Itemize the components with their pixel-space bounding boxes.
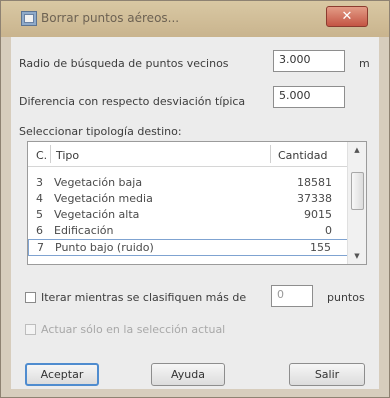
column-header-tipo[interactable]: Tipo [56, 149, 79, 162]
scrollbar-thumb[interactable] [351, 172, 364, 210]
table-row[interactable]: 5 Vegetación alta 9015 [28, 208, 348, 223]
dialog-window: Borrar puntos aéreos... ✕ Radio de búsqu… [0, 0, 390, 398]
row-tipo: Vegetación baja [54, 176, 143, 189]
list-scrollbar[interactable]: ▲ ▼ [347, 142, 366, 264]
accept-button[interactable]: Aceptar [25, 363, 99, 386]
row-cantidad: 155 [310, 241, 331, 254]
table-row[interactable]: 6 Edificación 0 [28, 224, 348, 239]
exit-button[interactable]: Salir [289, 363, 365, 386]
table-row[interactable]: 3 Vegetación baja 18581 [28, 176, 348, 191]
row-code: 4 [36, 192, 43, 205]
row-tipo: Vegetación alta [54, 208, 140, 221]
iterate-suffix-label: puntos [327, 291, 365, 304]
row-tipo: Punto bajo (ruido) [55, 241, 154, 254]
stddev-input[interactable]: 5.000 [273, 86, 345, 108]
stddev-label: Diferencia con respecto desviación típic… [19, 95, 246, 108]
column-header-cantidad[interactable]: Cantidad [278, 149, 327, 162]
typology-label: Seleccionar tipología destino: [19, 125, 182, 138]
radius-input[interactable]: 3.000 [273, 50, 345, 72]
row-code: 3 [36, 176, 43, 189]
row-code: 5 [36, 208, 43, 221]
column-header-code[interactable]: C. [36, 149, 47, 162]
row-cantidad: 18581 [297, 176, 332, 189]
scroll-down-arrow-icon[interactable]: ▼ [348, 248, 366, 264]
window-title: Borrar puntos aéreos... [41, 11, 180, 25]
row-code: 7 [37, 241, 44, 254]
row-tipo: Edificación [54, 224, 114, 237]
row-tipo: Vegetación media [54, 192, 153, 205]
scroll-up-arrow-icon[interactable]: ▲ [348, 142, 366, 158]
close-button[interactable]: ✕ [326, 6, 368, 27]
radius-unit-label: m [359, 57, 370, 70]
title-bar[interactable]: Borrar puntos aéreos... ✕ [1, 1, 389, 37]
close-icon: ✕ [341, 9, 353, 24]
table-row-selected[interactable]: 7 Punto bajo (ruido) 155 [28, 239, 348, 256]
iterate-checkbox[interactable] [25, 292, 36, 303]
iterate-label: Iterar mientras se clasifiquen más de [41, 291, 247, 304]
row-cantidad: 37338 [297, 192, 332, 205]
column-divider [50, 145, 51, 163]
window-app-icon [21, 11, 37, 26]
radius-label: Radio de búsqueda de puntos vecinos [19, 57, 229, 70]
dialog-body: Radio de búsqueda de puntos vecinos 3.00… [11, 37, 379, 389]
selection-only-checkbox[interactable] [25, 324, 36, 335]
typology-list[interactable]: C. Tipo Cantidad 3 Vegetación baja 18581… [27, 141, 367, 265]
row-code: 6 [36, 224, 43, 237]
selection-only-label: Actuar sólo en la selección actual [41, 323, 226, 336]
iterate-count-input[interactable]: 0 [271, 285, 313, 307]
help-button[interactable]: Ayuda [151, 363, 225, 386]
column-divider [270, 145, 271, 163]
row-cantidad: 0 [325, 224, 332, 237]
row-cantidad: 9015 [304, 208, 332, 221]
list-header: C. Tipo Cantidad [28, 142, 348, 167]
table-row[interactable]: 4 Vegetación media 37338 [28, 192, 348, 207]
